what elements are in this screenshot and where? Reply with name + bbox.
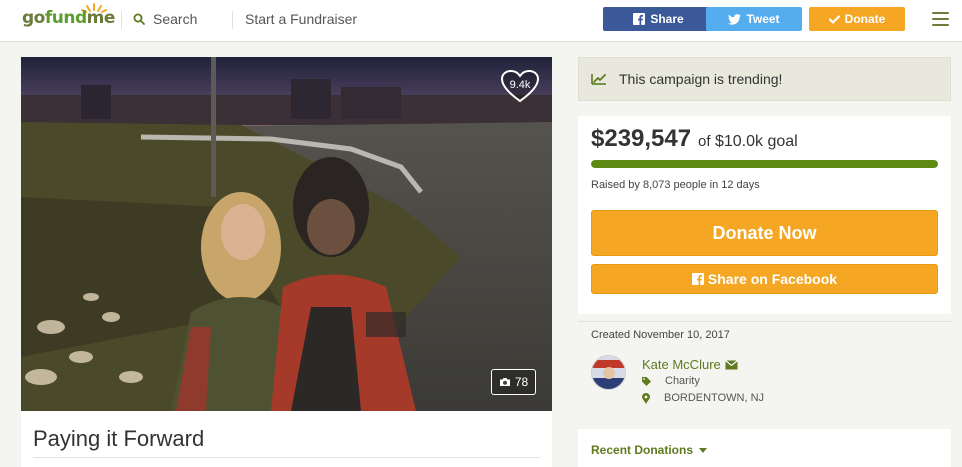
raised-by-text: Raised by 8,073 people in 12 days [591,179,760,191]
search-link[interactable]: Search [133,11,197,27]
search-label: Search [153,11,198,27]
campaign-title-card: Paying it Forward [21,411,552,467]
trending-icon [591,74,606,85]
organizer-name-link[interactable]: Kate McClure [642,357,738,372]
gofundme-logo[interactable]: gofundme [22,8,115,28]
trending-banner: This campaign is trending! [578,57,951,101]
progress-bar [591,160,938,168]
organizer-category-row: Charity [642,375,700,387]
search-icon [133,13,145,25]
organizer-location-row: BORDENTOWN, NJ [642,392,764,404]
logo-text-go: go [22,8,45,28]
caret-down-icon [699,447,708,453]
recent-donations-panel: Recent Donations [578,429,951,467]
envelope-icon[interactable] [724,359,738,370]
check-icon [828,14,840,24]
goal-of-text: of [698,133,711,150]
amount-raised: $239,547 [591,125,692,152]
created-date: Created November 10, 2017 [591,329,730,341]
recent-donations-label: Recent Donations [591,443,694,457]
progress-bar-fill [591,160,938,168]
photo-gallery-button[interactable]: 78 [491,369,536,395]
facebook-icon [633,13,646,25]
share-on-facebook-label: Share on Facebook [707,271,838,287]
title-divider [33,457,540,458]
facebook-icon [691,273,704,285]
organizer-avatar[interactable] [591,355,626,390]
header-donate-button[interactable]: Donate [809,7,905,31]
campaign-photo-image [21,57,552,411]
start-fundraiser-link[interactable]: Start a Fundraiser [245,11,357,27]
map-pin-icon [642,392,650,404]
goal-text: $10.0k goal [714,133,798,150]
avatar-image [592,356,625,389]
nav-divider [121,11,122,29]
nav-divider [232,11,233,29]
tweet-label: Tweet [746,12,780,26]
campaign-title: Paying it Forward [33,426,205,451]
organizer-name: Kate McClure [642,357,721,372]
donate-now-button[interactable]: Donate Now [591,210,938,256]
logo-text-fund: fund [44,8,87,28]
facebook-share-label: Share [650,12,684,26]
camera-icon [499,378,510,386]
campaign-photo[interactable]: 9.4k 78 [21,57,552,411]
share-on-facebook-button[interactable]: Share on Facebook [591,264,938,294]
tweet-button[interactable]: Tweet [706,7,802,31]
organizer-category: Charity [665,375,700,387]
logo-text-me: me [86,8,116,28]
header-donate-label: Donate [844,12,886,26]
tag-icon [642,376,651,386]
goal-amount: of $10.0k goal [698,133,798,151]
heart-count: 9.4k [509,79,531,91]
donation-card: $239,547 of $10.0k goal Raised by 8,073 … [578,116,951,314]
organizer-location: BORDENTOWN, NJ [664,392,765,404]
recent-donations-toggle[interactable]: Recent Donations [591,443,708,457]
facebook-share-button[interactable]: Share [603,7,714,31]
twitter-icon [728,13,742,25]
photo-count-label: 78 [514,375,529,389]
trending-text: This campaign is trending! [619,71,783,87]
organizer-divider [578,321,951,322]
menu-icon[interactable] [932,12,949,26]
top-nav: gofundme Search Start a Fundraiser Share… [0,0,962,42]
